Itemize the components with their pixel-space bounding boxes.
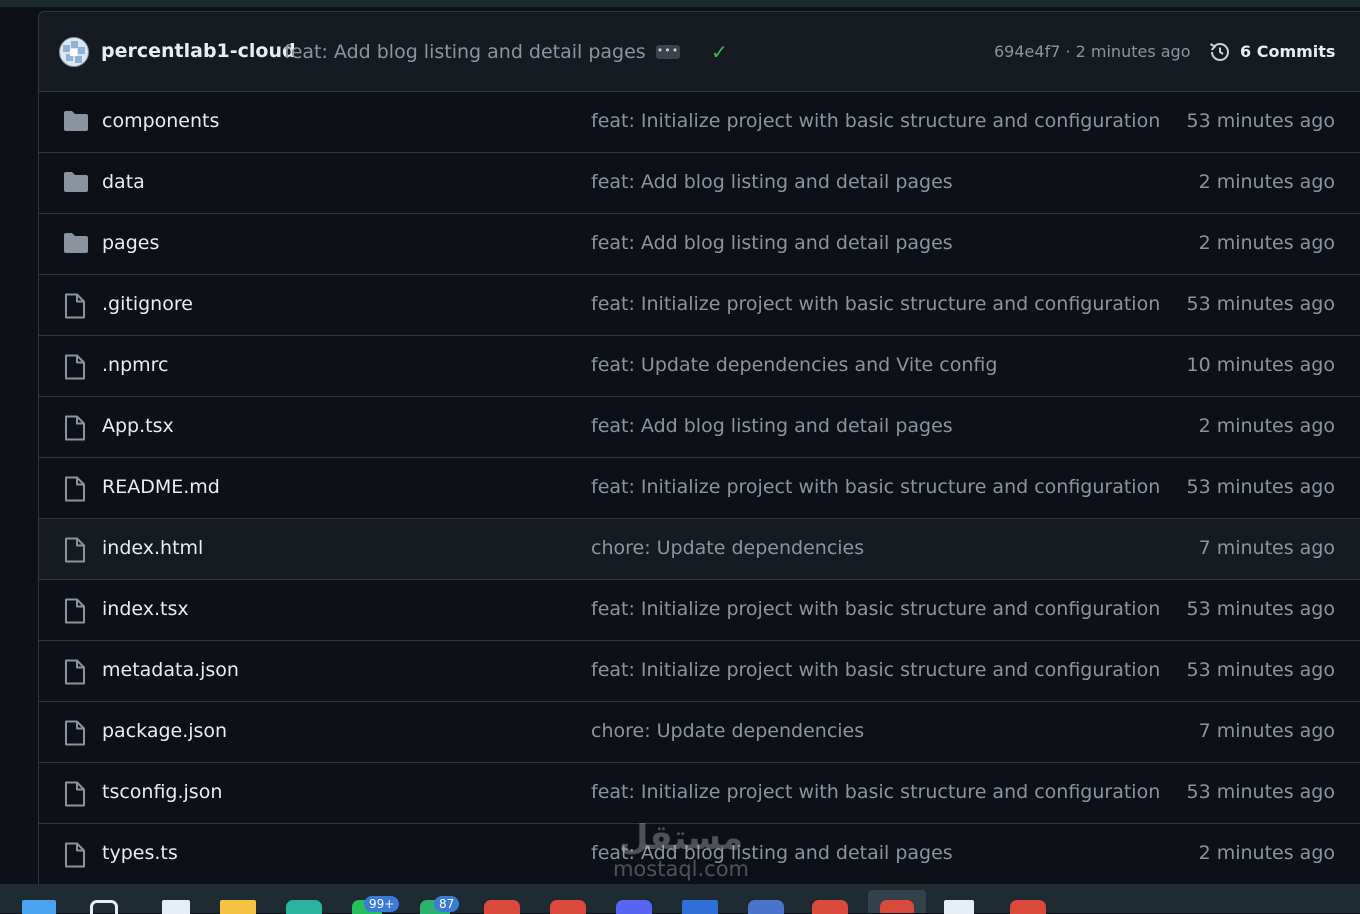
file-icon: [63, 781, 87, 811]
commit-time: 53 minutes ago: [1186, 781, 1336, 803]
file-name-link[interactable]: types.ts: [102, 842, 178, 864]
commit-time: 2 minutes ago: [1198, 232, 1335, 254]
commit-message-link[interactable]: feat: Initialize project with basic stru…: [591, 659, 1160, 681]
file-row[interactable]: data feat: Add blog listing and detail pa…: [39, 153, 1360, 214]
chrome-icon[interactable]: [1010, 900, 1046, 914]
windows-taskbar: 99+ 87: [0, 884, 1360, 914]
file-name-link[interactable]: index.html: [102, 537, 203, 559]
notification-badge: 87: [434, 896, 460, 912]
search-icon[interactable]: [90, 900, 118, 914]
commit-time: 2 minutes ago: [1198, 171, 1335, 193]
file-row[interactable]: components feat: Initialize project with …: [39, 92, 1360, 153]
chrome-icon[interactable]: [812, 900, 848, 914]
commit-author-link[interactable]: percentlab1-cloud: [101, 40, 296, 62]
notification-badge: 99+: [364, 896, 400, 912]
commit-hash-time[interactable]: 694e4f7 · 2 minutes ago: [994, 42, 1191, 61]
commit-time: 53 minutes ago: [1186, 598, 1336, 620]
file-icon: [63, 537, 87, 567]
file-icon: [63, 476, 87, 506]
chrome-icon[interactable]: [484, 900, 520, 914]
mostaql-watermark: مستقل mostaql.com: [612, 818, 750, 881]
commit-message-link[interactable]: feat: Initialize project with basic stru…: [591, 293, 1160, 315]
file-name-link[interactable]: components: [102, 110, 219, 132]
repo-file-browser: percentlab1-cloud feat: Add blog listing…: [38, 11, 1360, 885]
history-icon: [1209, 43, 1229, 61]
chrome-profile-icon[interactable]: [550, 900, 586, 914]
commit-time: 53 minutes ago: [1186, 110, 1336, 132]
commit-message-link[interactable]: feat: Add blog listing and detail pages: [591, 171, 953, 193]
file-name-link[interactable]: README.md: [102, 476, 220, 498]
file-name-link[interactable]: package.json: [102, 720, 227, 742]
file-row[interactable]: pages feat: Add blog listing and detail p…: [39, 214, 1360, 275]
window-top-edge: [0, 0, 1360, 7]
file-list: components feat: Initialize project with …: [39, 92, 1360, 885]
file-icon: [63, 659, 87, 689]
commit-message-link[interactable]: feat: Initialize project with basic stru…: [591, 781, 1160, 803]
file-name-link[interactable]: data: [102, 171, 145, 193]
file-row[interactable]: .gitignore feat: Initialize project with …: [39, 275, 1360, 336]
commit-time: 53 minutes ago: [1186, 476, 1336, 498]
file-row[interactable]: index.tsx feat: Initialize project with b…: [39, 580, 1360, 641]
file-row[interactable]: package.json chore: Update dependencies 7 …: [39, 702, 1360, 763]
discord-icon[interactable]: [616, 900, 652, 914]
commit-message-link[interactable]: feat: Add blog listing and detail pages: [284, 41, 646, 63]
commit-time: 7 minutes ago: [1198, 720, 1335, 742]
calendar-icon[interactable]: [944, 900, 974, 914]
commit-time: 2 minutes ago: [1198, 842, 1335, 864]
file-name-link[interactable]: .npmrc: [102, 354, 169, 376]
check-status-icon[interactable]: ✓: [711, 40, 728, 64]
file-row[interactable]: index.html chore: Update dependencies 7 mi…: [39, 519, 1360, 580]
expand-commit-message-button[interactable]: •••: [656, 45, 680, 59]
commit-message-link[interactable]: feat: Initialize project with basic stru…: [591, 110, 1160, 132]
app-icon[interactable]: [748, 900, 784, 914]
file-icon: [63, 354, 87, 384]
commit-message-link[interactable]: chore: Update dependencies: [591, 720, 864, 742]
commit-message-link[interactable]: chore: Update dependencies: [591, 537, 864, 559]
windows-start-icon[interactable]: [22, 900, 56, 914]
file-icon: [63, 598, 87, 628]
file-name-link[interactable]: metadata.json: [102, 659, 239, 681]
edge-browser-icon[interactable]: [286, 900, 322, 914]
file-explorer-icon[interactable]: [220, 900, 256, 914]
commit-time: 53 minutes ago: [1186, 293, 1336, 315]
page-left-gutter: [0, 7, 38, 884]
commit-time: 10 minutes ago: [1186, 354, 1336, 376]
file-name-link[interactable]: tsconfig.json: [102, 781, 222, 803]
commit-message-link[interactable]: feat: Add blog listing and detail pages: [591, 232, 953, 254]
latest-commit-bar: percentlab1-cloud feat: Add blog listing…: [39, 12, 1360, 92]
file-name-link[interactable]: pages: [102, 232, 159, 254]
commit-message-link[interactable]: feat: Initialize project with basic stru…: [591, 476, 1160, 498]
task-view-icon[interactable]: [162, 900, 190, 914]
file-icon: [63, 415, 87, 445]
commit-time: 2 minutes ago: [1198, 415, 1335, 437]
active-app-highlight[interactable]: [868, 890, 926, 913]
avatar[interactable]: [59, 37, 89, 67]
file-row[interactable]: App.tsx feat: Add blog listing and detail…: [39, 397, 1360, 458]
file-row[interactable]: metadata.json feat: Initialize project wi…: [39, 641, 1360, 702]
file-icon: [63, 293, 87, 323]
commit-message-link[interactable]: feat: Initialize project with basic stru…: [591, 598, 1160, 620]
commit-time: 53 minutes ago: [1186, 659, 1336, 681]
file-row[interactable]: tsconfig.json feat: Initialize project wi…: [39, 763, 1360, 824]
file-icon: [63, 842, 87, 872]
file-name-link[interactable]: .gitignore: [102, 293, 193, 315]
file-row[interactable]: .npmrc feat: Update dependencies and Vite…: [39, 336, 1360, 397]
folder-icon: [63, 232, 89, 258]
file-name-link[interactable]: App.tsx: [102, 415, 174, 437]
file-row[interactable]: README.md feat: Initialize project with b…: [39, 458, 1360, 519]
file-icon: [63, 720, 87, 750]
commit-message-link[interactable]: feat: Add blog listing and detail pages: [591, 415, 953, 437]
commits-history-link[interactable]: 6 Commits: [1240, 42, 1335, 61]
mail-icon[interactable]: [682, 900, 718, 914]
commit-time: 7 minutes ago: [1198, 537, 1335, 559]
commit-message-link[interactable]: feat: Update dependencies and Vite confi…: [591, 354, 997, 376]
folder-icon: [63, 171, 89, 197]
folder-icon: [63, 110, 89, 136]
file-name-link[interactable]: index.tsx: [102, 598, 189, 620]
